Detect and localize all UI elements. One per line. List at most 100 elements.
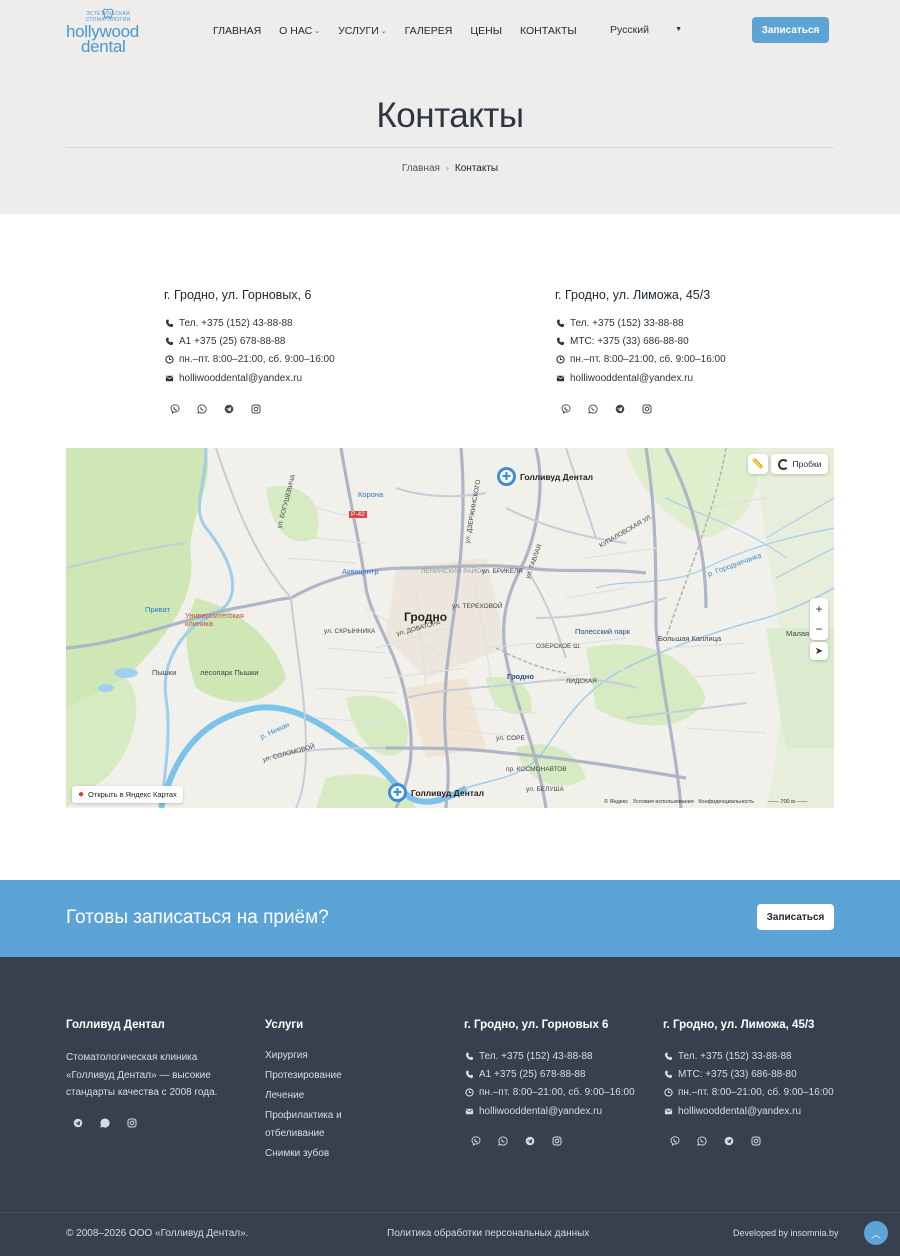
signup-button[interactable]: Записаться — [752, 17, 829, 43]
developer-link[interactable]: Developed by insomnia.by — [733, 1228, 839, 1238]
nav-item-home[interactable]: ГЛАВНАЯ — [213, 24, 261, 38]
footer-email[interactable]: holliwooddental@yandex.ru — [464, 1102, 635, 1120]
nav-item-prices[interactable]: ЦЕНЫ — [470, 24, 502, 38]
map-label-kaplitsa: Большая Каплица — [658, 634, 722, 643]
footer-col-about: Голливуд Дентал Стоматологическая клиник… — [66, 1019, 236, 1130]
telegram-icon[interactable] — [525, 1134, 552, 1148]
instagram-icon[interactable] — [642, 402, 669, 416]
instagram-icon[interactable] — [552, 1134, 579, 1148]
footer-email[interactable]: holliwooddental@yandex.ru — [663, 1102, 834, 1120]
contact-email[interactable]: holliwooddental@yandex.ru — [555, 369, 805, 387]
footer-service-link[interactable]: Профилактика и отбеливание — [265, 1107, 375, 1143]
phone-icon — [464, 1069, 474, 1079]
nav-item-services[interactable]: УСЛУГИ ⌄ — [338, 24, 387, 38]
map-scale-value: 700 м — [780, 799, 795, 805]
viber-icon[interactable] — [471, 1134, 498, 1148]
contact-phone[interactable]: Тел. +375 (152) 33-88-88 — [555, 314, 805, 332]
footer-phone[interactable]: МТС: +375 (33) 686-88-80 — [663, 1065, 834, 1083]
clock-icon — [464, 1088, 474, 1098]
footer-address-title: г. Гродно, ул. Лиможа, 45/3 — [663, 1019, 815, 1031]
telegram-icon[interactable] — [615, 402, 642, 416]
footer-services-title: Услуги — [265, 1019, 304, 1031]
contact-hours-text: пн.–пт. 8:00–21:00, сб. 9:00–16:00 — [179, 354, 335, 366]
viber-icon[interactable] — [170, 402, 197, 416]
contact-phone[interactable]: Тел. +375 (152) 43-88-88 — [164, 314, 414, 332]
language-select[interactable]: Русский ▼ — [610, 24, 682, 36]
footer-service-link[interactable]: Снимки зубов — [265, 1144, 375, 1164]
scroll-to-top-button[interactable]: ︿ — [864, 1221, 888, 1245]
footer-col-limozha: г. Гродно, ул. Лиможа, 45/3 Тел. +375 (1… — [663, 1019, 834, 1148]
privacy-policy-link[interactable]: Политика обработки персональных данных — [387, 1228, 589, 1239]
open-in-yandex-button[interactable]: ● Открыть в Яндекс Картах — [72, 786, 183, 803]
yandex-map[interactable]: Гродно ЛЕНИНСКИЙ РАЙОН Корона Аквацентр … — [66, 448, 834, 808]
viber-icon[interactable] — [561, 402, 588, 416]
map-label-pyshki: Пышки — [152, 668, 177, 677]
traffic-button[interactable]: Пробки — [771, 454, 828, 474]
ruler-button[interactable]: 📏 — [748, 454, 768, 474]
instagram-icon[interactable] — [127, 1116, 154, 1130]
hero-header: ЭСТЕТИЧЕСКАЯ СТОМАТОЛОГИЯ hollywood dent… — [0, 0, 900, 214]
telegram-icon[interactable] — [224, 402, 251, 416]
page-title: Контакты — [376, 96, 524, 135]
map-label-kosmonavtov: пр. КОСМОНАВТОВ — [506, 766, 567, 773]
whatsapp-icon[interactable] — [697, 1134, 724, 1148]
footer-hours: пн.–пт. 8:00–21:00, сб. 9:00–16:00 — [663, 1084, 834, 1102]
contact-email[interactable]: holliwooddental@yandex.ru — [164, 369, 414, 387]
contact-hours: пн.–пт. 8:00–21:00, сб. 9:00–16:00 — [555, 351, 805, 369]
envelope-icon — [663, 1106, 673, 1116]
footer-brand-desc: Стоматологическая клиника «Голливуд Дент… — [66, 1052, 218, 1098]
map-scale: —— 700 м —— — [767, 799, 808, 805]
footer-email-text: holliwooddental@yandex.ru — [678, 1105, 802, 1117]
clock-icon — [663, 1088, 673, 1098]
phone-icon — [464, 1051, 474, 1061]
map-privacy-link[interactable]: Конфиденциальность — [698, 799, 754, 805]
footer-divider — [0, 1212, 900, 1213]
clock-icon — [164, 355, 174, 365]
nav-item-contacts[interactable]: КОНТАКТЫ — [520, 24, 577, 38]
contact-address: г. Гродно, ул. Горновых, 6 — [164, 288, 312, 302]
viber-icon[interactable] — [670, 1134, 697, 1148]
map-pin-clinic-1[interactable]: ✚ Голливуд Дентал — [497, 467, 593, 486]
footer-service-link[interactable]: Хирургия — [265, 1046, 375, 1066]
footer-col-gornovyh: г. Гродно, ул. Горновых 6 Тел. +375 (152… — [464, 1019, 635, 1148]
zoom-out-button[interactable]: − — [815, 619, 822, 639]
whatsapp-icon[interactable] — [588, 402, 615, 416]
contact-phone-text: Тел. +375 (152) 43-88-88 — [179, 317, 293, 329]
tooth-icon — [102, 8, 114, 20]
cta-title: Готовы записаться на приём? — [66, 907, 329, 928]
footer-email-text: holliwooddental@yandex.ru — [479, 1105, 603, 1117]
location-arrow-icon: ➤ — [814, 645, 824, 657]
footer-service-link[interactable]: Протезирование — [265, 1066, 375, 1086]
zoom-in-button[interactable]: + — [815, 599, 822, 619]
map-label-aquacenter: Аквацентр — [342, 567, 379, 576]
footer-phone[interactable]: А1 +375 (25) 678-88-88 — [464, 1065, 635, 1083]
nav-label: ЦЕНЫ — [470, 25, 503, 37]
instagram-icon[interactable] — [751, 1134, 778, 1148]
breadcrumb-home[interactable]: Главная — [402, 163, 440, 174]
nav-item-gallery[interactable]: ГАЛЕРЕЯ — [405, 24, 453, 38]
telegram-icon[interactable] — [73, 1116, 100, 1130]
whatsapp-icon[interactable] — [100, 1116, 127, 1130]
map-pin-label: Голливуд Дентал — [411, 787, 484, 798]
footer-phone[interactable]: Тел. +375 (152) 33-88-88 — [663, 1047, 834, 1065]
map-copyright: © Яндекс — [604, 799, 629, 805]
nav-item-about[interactable]: О НАС ⌄ — [279, 24, 320, 38]
instagram-icon[interactable] — [251, 402, 278, 416]
whatsapp-icon[interactable] — [197, 402, 224, 416]
footer-phone-text: Тел. +375 (152) 33-88-88 — [678, 1050, 792, 1062]
map-pin-icon: ● — [78, 789, 85, 800]
map-terms-link[interactable]: Условия использования — [633, 799, 694, 805]
footer-phone[interactable]: Тел. +375 (152) 43-88-88 — [464, 1047, 635, 1065]
contact-phone[interactable]: МТС: +375 (33) 686-88-80 — [555, 332, 805, 350]
geolocation-button[interactable]: ➤ — [810, 642, 828, 660]
telegram-icon[interactable] — [724, 1134, 751, 1148]
site-logo[interactable]: ЭСТЕТИЧЕСКАЯ СТОМАТОЛОГИЯ hollywood dent… — [66, 8, 150, 56]
map-pin-clinic-2[interactable]: ✚ Голливуд Дентал — [388, 783, 484, 802]
contact-phone[interactable]: А1 +375 (25) 678-88-88 — [164, 332, 414, 350]
footer-service-link[interactable]: Лечение — [265, 1086, 375, 1106]
map-label-lidskaya: ЛИДСКАЯ — [566, 678, 597, 685]
breadcrumb-separator: › — [445, 163, 449, 173]
map-label-r42: Р-42 — [349, 511, 367, 518]
cta-signup-button[interactable]: Записаться — [757, 904, 834, 930]
whatsapp-icon[interactable] — [498, 1134, 525, 1148]
